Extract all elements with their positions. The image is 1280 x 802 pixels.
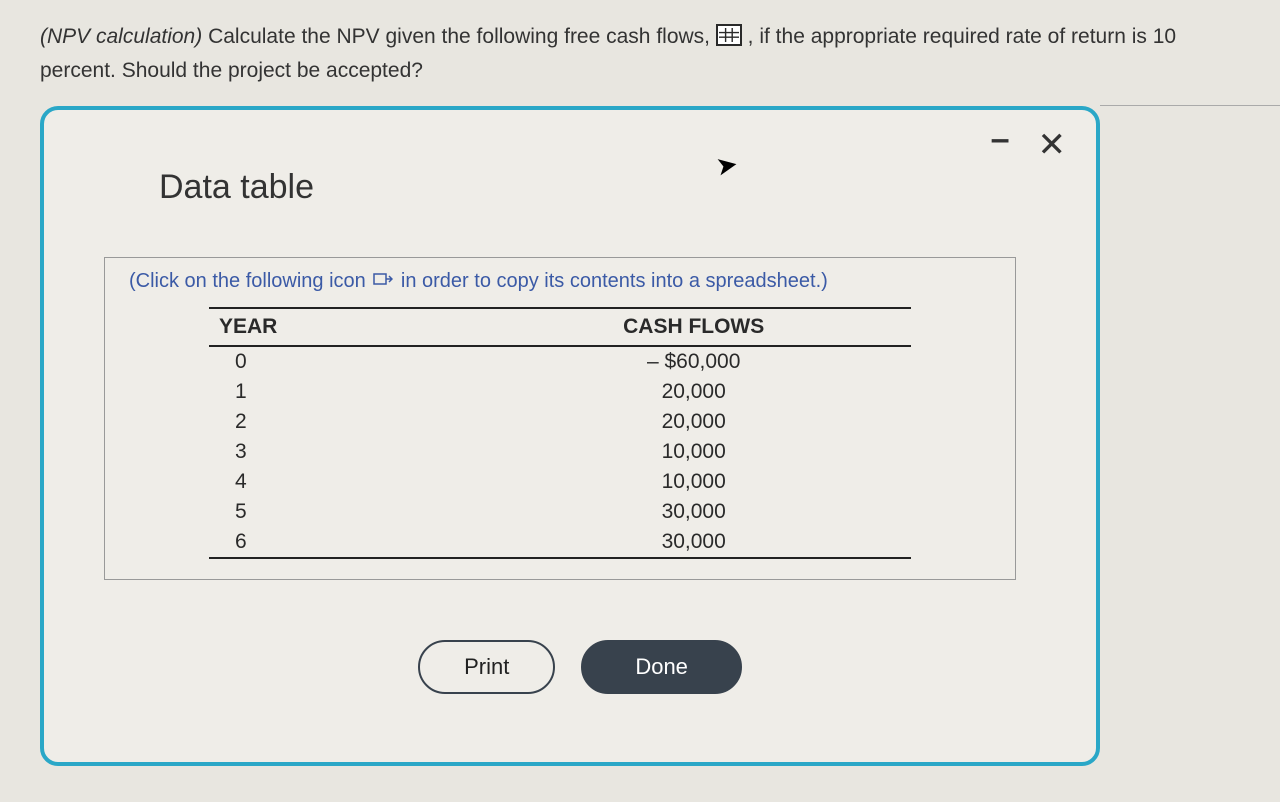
cell-year: 1 bbox=[209, 377, 366, 407]
cell-cash: 20,000 bbox=[366, 407, 911, 437]
cell-year: 3 bbox=[209, 437, 366, 467]
hint-before: (Click on the following icon bbox=[129, 270, 371, 292]
cell-cash: 10,000 bbox=[366, 437, 911, 467]
hint-after: in order to copy its contents into a spr… bbox=[395, 270, 827, 292]
question-before-icon: Calculate the NPV given the following fr… bbox=[202, 25, 716, 48]
table-row: 530,000 bbox=[209, 497, 911, 527]
table-row: 120,000 bbox=[209, 377, 911, 407]
print-button[interactable]: Print bbox=[418, 640, 555, 694]
cell-cash: 10,000 bbox=[366, 467, 911, 497]
cell-cash: 30,000 bbox=[366, 497, 911, 527]
table-row: 310,000 bbox=[209, 437, 911, 467]
data-table-icon[interactable] bbox=[716, 24, 742, 46]
question-lead: (NPV calculation) bbox=[40, 25, 202, 48]
close-button[interactable]: ✕ bbox=[1038, 128, 1067, 162]
table-row: 220,000 bbox=[209, 407, 911, 437]
copy-to-spreadsheet-icon[interactable] bbox=[373, 270, 393, 293]
question-text: (NPV calculation) Calculate the NPV give… bbox=[40, 20, 1240, 87]
cell-year: 5 bbox=[209, 497, 366, 527]
cell-year: 6 bbox=[209, 527, 366, 558]
table-row: 0– $60,000 bbox=[209, 346, 911, 377]
cell-cash: 30,000 bbox=[366, 527, 911, 558]
cash-flow-table: YEAR CASH FLOWS 0– $60,000 120,000 220,0… bbox=[209, 307, 911, 559]
col-cash: CASH FLOWS bbox=[366, 308, 911, 346]
table-container: (Click on the following icon in order to… bbox=[104, 257, 1016, 580]
cell-cash: – $60,000 bbox=[366, 346, 911, 377]
cell-year: 4 bbox=[209, 467, 366, 497]
modal-title: Data table bbox=[159, 168, 1056, 207]
copy-hint: (Click on the following icon in order to… bbox=[129, 270, 991, 293]
cell-year: 0 bbox=[209, 346, 366, 377]
table-row: 630,000 bbox=[209, 527, 911, 558]
cell-year: 2 bbox=[209, 407, 366, 437]
col-year: YEAR bbox=[209, 308, 366, 346]
data-table-modal: ➤ – ✕ Data table (Click on the following… bbox=[40, 106, 1100, 766]
divider bbox=[1100, 105, 1280, 106]
cell-cash: 20,000 bbox=[366, 377, 911, 407]
table-row: 410,000 bbox=[209, 467, 911, 497]
done-button[interactable]: Done bbox=[581, 640, 742, 694]
